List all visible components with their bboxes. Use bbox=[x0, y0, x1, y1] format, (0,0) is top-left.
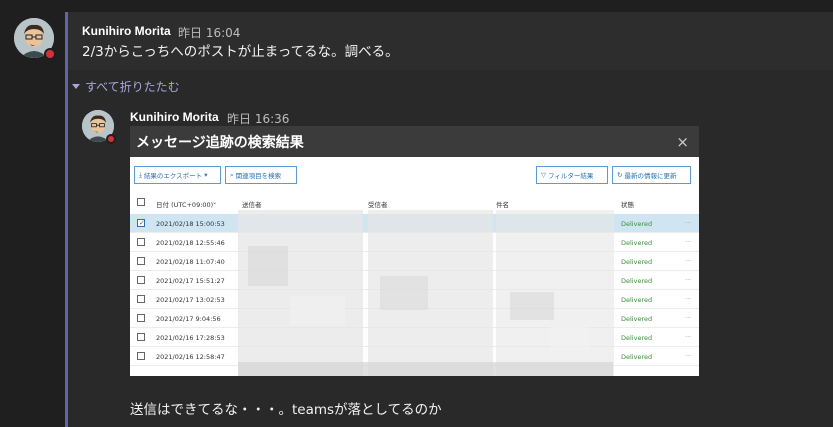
post-author: Kunihiro Morita bbox=[82, 24, 171, 38]
row-checkbox: ✓ bbox=[137, 219, 145, 227]
row-date: 2021/02/18 11:07:40 bbox=[156, 258, 225, 266]
related-label: 関連項目を検索 bbox=[235, 172, 282, 180]
collapse-all-link[interactable]: すべて折りたたむ bbox=[72, 78, 180, 95]
row-status: Delivered bbox=[621, 220, 653, 228]
post-time: 昨日 16:36 bbox=[227, 112, 290, 126]
row-date: 2021/02/16 12:58:47 bbox=[156, 353, 225, 361]
search-icon: ⌕ bbox=[230, 170, 234, 179]
row-status: Delivered bbox=[621, 296, 653, 304]
filter-label: フィルター結果 bbox=[548, 172, 594, 180]
dialog-header: メッセージ追跡の検索結果 × bbox=[130, 126, 699, 157]
dialog-title: メッセージ追跡の検索結果 bbox=[136, 134, 304, 151]
more-options-icon: ··· bbox=[685, 333, 692, 341]
more-options-icon: ··· bbox=[685, 238, 692, 246]
row-date: 2021/02/18 15:00:53 bbox=[156, 220, 225, 228]
presence-busy-icon bbox=[106, 134, 116, 144]
refresh-label: 最新の情報に更新 bbox=[624, 172, 677, 180]
avatar[interactable] bbox=[82, 110, 116, 144]
caret-down-icon bbox=[72, 84, 80, 89]
post-message: 2/3からこっちへのポストが止まってるな。調べる。 bbox=[82, 44, 399, 60]
redacted-region bbox=[238, 210, 363, 376]
row-checkbox bbox=[137, 295, 145, 303]
redacted-region bbox=[290, 296, 345, 326]
column-date: 日付 (UTC+09:00) bbox=[156, 201, 214, 209]
presence-busy-icon bbox=[44, 48, 56, 60]
more-options-icon: ··· bbox=[685, 295, 692, 303]
export-label: 結果のエクスポート bbox=[143, 172, 203, 180]
sort-chevron-icon: ⌄ bbox=[212, 198, 218, 206]
row-checkbox bbox=[137, 238, 145, 246]
row-date: 2021/02/17 13:02:53 bbox=[156, 296, 225, 304]
redacted-region bbox=[380, 276, 428, 310]
row-date: 2021/02/17 15:51:27 bbox=[156, 277, 225, 285]
row-status: Delivered bbox=[621, 277, 653, 285]
row-checkbox bbox=[137, 333, 145, 341]
chevron-down-icon: ▾ bbox=[204, 171, 208, 179]
row-checkbox bbox=[137, 352, 145, 360]
row-checkbox bbox=[137, 276, 145, 284]
row-checkbox bbox=[137, 257, 145, 265]
close-icon: × bbox=[676, 132, 689, 151]
attached-screenshot-image[interactable]: メッセージ追跡の検索結果 × ⤓ 結果のエクスポート ▾ ⌕ 関連項目を検索 ▽… bbox=[130, 126, 699, 376]
column-status: 状態 bbox=[621, 201, 634, 209]
collapse-label: すべて折りたたむ bbox=[85, 80, 180, 94]
redacted-region bbox=[550, 326, 590, 350]
column-recipient: 受信者 bbox=[368, 201, 388, 209]
avatar[interactable] bbox=[14, 18, 56, 60]
row-status: Delivered bbox=[621, 315, 653, 323]
column-sender: 送信者 bbox=[242, 201, 262, 209]
row-checkbox bbox=[137, 314, 145, 322]
check-icon: ✓ bbox=[139, 219, 145, 227]
redacted-region bbox=[238, 362, 613, 376]
more-options-icon: ··· bbox=[685, 352, 692, 360]
select-all-checkbox bbox=[137, 198, 145, 206]
filter-icon: ▽ bbox=[541, 171, 546, 179]
row-status: Delivered bbox=[621, 239, 653, 247]
dialog-toolbar: ⤓ 結果のエクスポート ▾ ⌕ 関連項目を検索 ▽ フィルター結果 ↻ 最新の情… bbox=[134, 166, 691, 184]
refresh-icon: ↻ bbox=[617, 171, 623, 179]
export-results-button: ⤓ 結果のエクスポート ▾ bbox=[134, 166, 221, 184]
download-icon: ⤓ bbox=[139, 170, 142, 179]
row-date: 2021/02/18 12:55:46 bbox=[156, 239, 225, 247]
more-options-icon: ··· bbox=[685, 257, 692, 265]
row-status: Delivered bbox=[621, 353, 653, 361]
column-subject: 件名 bbox=[496, 201, 509, 209]
refresh-button: ↻ 最新の情報に更新 bbox=[612, 166, 691, 184]
post-message: 送信はできてるな・・・。teamsが落としてるのか bbox=[130, 402, 442, 418]
row-status: Delivered bbox=[621, 258, 653, 266]
post-time: 昨日 16:04 bbox=[178, 26, 241, 40]
more-options-icon: ··· bbox=[685, 219, 692, 227]
post-author: Kunihiro Morita bbox=[130, 110, 219, 124]
search-related-button: ⌕ 関連項目を検索 bbox=[225, 166, 297, 184]
row-date: 2021/02/17 9:04:56 bbox=[156, 315, 221, 323]
filter-results-button: ▽ フィルター結果 bbox=[536, 166, 608, 184]
row-date: 2021/02/16 17:28:53 bbox=[156, 334, 225, 342]
redacted-region bbox=[510, 292, 554, 320]
more-options-icon: ··· bbox=[685, 314, 692, 322]
row-status: Delivered bbox=[621, 334, 653, 342]
more-options-icon: ··· bbox=[685, 276, 692, 284]
redacted-region bbox=[248, 246, 288, 286]
